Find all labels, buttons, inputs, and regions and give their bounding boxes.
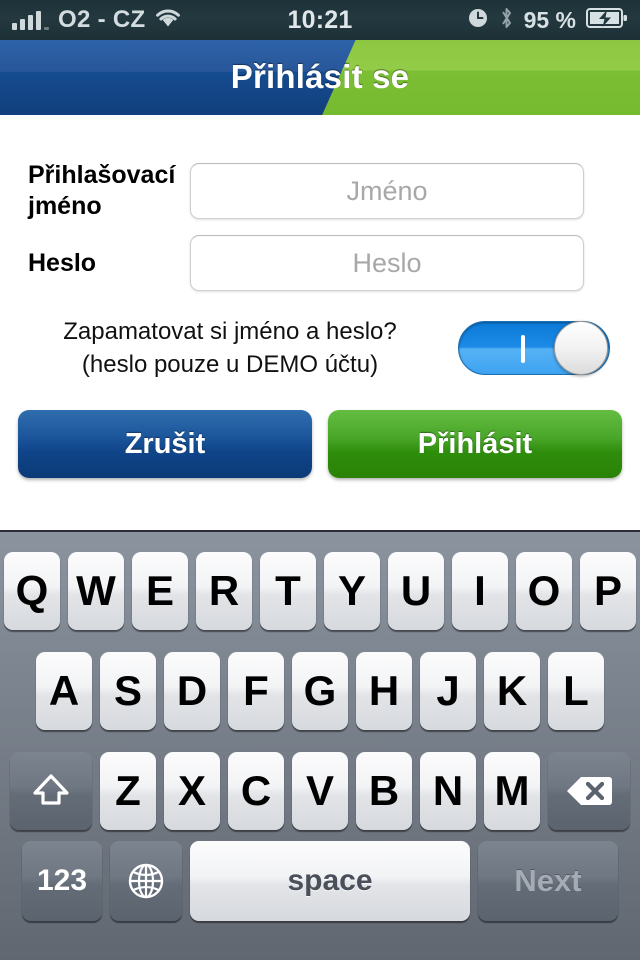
username-label: Přihlašovací jméno — [28, 161, 176, 220]
carrier-label: O2 - CZ — [58, 6, 146, 33]
remember-credentials-row: Zapamatovat si jméno a heslo? (heslo pou… — [0, 315, 640, 381]
password-label: Heslo — [28, 248, 97, 277]
status-bar: O2 - CZ 10:21 95 % — [0, 0, 640, 40]
clock-label: 10:21 — [287, 5, 353, 34]
navigation-bar: Přihlásit se — [0, 40, 640, 115]
toggle-on-mark — [521, 335, 525, 363]
status-bar-left: O2 - CZ — [12, 6, 182, 34]
key-y[interactable]: Y — [324, 552, 380, 630]
remember-credentials-toggle[interactable] — [458, 321, 610, 375]
key-z[interactable]: Z — [100, 752, 156, 830]
key-k[interactable]: K — [484, 652, 540, 730]
username-input[interactable] — [190, 163, 584, 219]
key-g[interactable]: G — [292, 652, 348, 730]
keyboard-row-3: Z X C V B N M — [0, 741, 640, 841]
key-n[interactable]: N — [420, 752, 476, 830]
key-u[interactable]: U — [388, 552, 444, 630]
shift-icon[interactable] — [10, 752, 92, 830]
backspace-icon[interactable] — [548, 752, 630, 830]
status-bar-right: 95 % — [467, 6, 628, 35]
numeric-mode-key[interactable]: 123 — [22, 841, 102, 921]
key-x[interactable]: X — [164, 752, 220, 830]
key-p[interactable]: P — [580, 552, 636, 630]
key-v[interactable]: V — [292, 752, 348, 830]
next-key[interactable]: Next — [478, 841, 618, 921]
username-row: Přihlašovací jméno — [0, 160, 640, 222]
toggle-knob — [554, 321, 608, 375]
key-c[interactable]: C — [228, 752, 284, 830]
cancel-button[interactable]: Zrušit — [18, 410, 312, 478]
on-screen-keyboard: Q W E R T Y U I O P A S D F G H J K L Z … — [0, 530, 640, 960]
key-b[interactable]: B — [356, 752, 412, 830]
password-input[interactable] — [190, 235, 584, 291]
key-a[interactable]: A — [36, 652, 92, 730]
key-s[interactable]: S — [100, 652, 156, 730]
remember-credentials-label: Zapamatovat si jméno a heslo? (heslo pou… — [0, 315, 450, 381]
space-key[interactable]: space — [190, 841, 470, 921]
key-t[interactable]: T — [260, 552, 316, 630]
key-j[interactable]: J — [420, 652, 476, 730]
page-title: Přihlásit se — [230, 58, 410, 95]
login-form: Přihlašovací jméno Heslo Zapamatovat si … — [0, 115, 640, 530]
remember-line-1: Zapamatovat si jméno a heslo? — [63, 318, 397, 345]
key-i[interactable]: I — [452, 552, 508, 630]
globe-icon[interactable] — [110, 841, 182, 921]
remember-line-2: (heslo pouze u DEMO účtu) — [81, 351, 379, 378]
key-l[interactable]: L — [548, 652, 604, 730]
action-buttons: Zrušit Přihlásit — [0, 410, 640, 478]
keyboard-row-4: 123 space Next — [0, 841, 640, 936]
key-o[interactable]: O — [516, 552, 572, 630]
key-r[interactable]: R — [196, 552, 252, 630]
password-row: Heslo — [0, 235, 640, 291]
key-d[interactable]: D — [164, 652, 220, 730]
submit-button[interactable]: Přihlásit — [328, 410, 622, 478]
key-m[interactable]: M — [484, 752, 540, 830]
key-q[interactable]: Q — [4, 552, 60, 630]
key-f[interactable]: F — [228, 652, 284, 730]
keyboard-row-2: A S D F G H J K L — [0, 641, 640, 741]
battery-charging-icon — [586, 7, 628, 34]
signal-bars-icon — [12, 10, 49, 30]
key-h[interactable]: H — [356, 652, 412, 730]
phone-screen: O2 - CZ 10:21 95 % Přihlásit se Přihlašo… — [0, 0, 640, 960]
key-w[interactable]: W — [68, 552, 124, 630]
battery-percent-label: 95 % — [523, 6, 576, 33]
alarm-clock-icon — [467, 7, 489, 34]
key-e[interactable]: E — [132, 552, 188, 630]
wifi-icon — [154, 7, 182, 33]
keyboard-row-1: Q W E R T Y U I O P — [0, 541, 640, 641]
bluetooth-icon — [499, 6, 514, 35]
